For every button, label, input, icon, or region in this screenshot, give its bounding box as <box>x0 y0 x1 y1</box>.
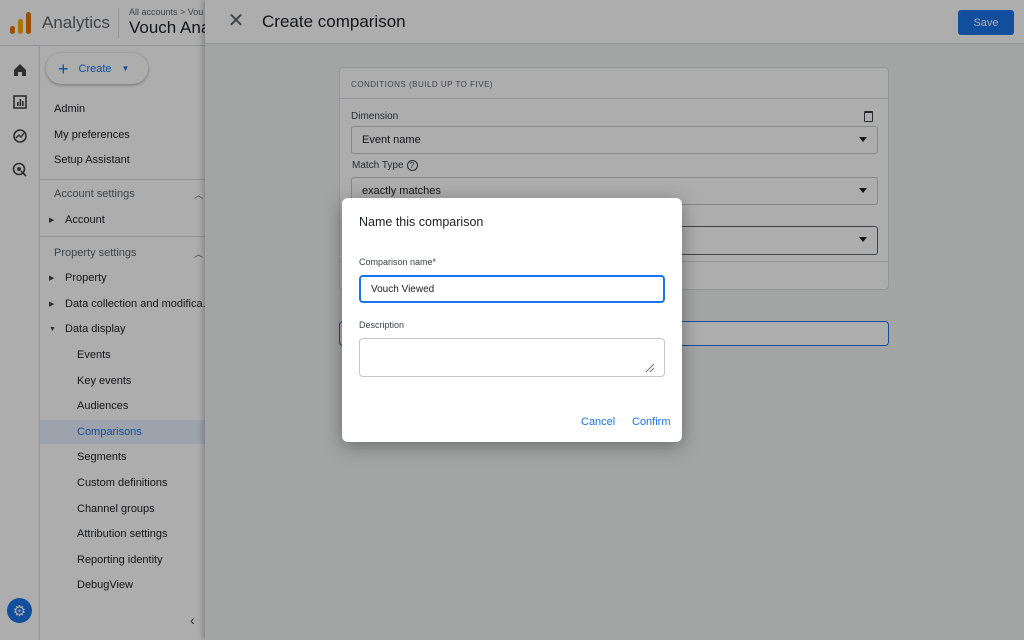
comparison-name-label: Comparison name* <box>359 257 437 267</box>
confirm-button[interactable]: Confirm <box>632 416 671 428</box>
comparison-name-input[interactable] <box>359 275 665 303</box>
dialog-title: Name this comparison <box>359 215 484 229</box>
cancel-button[interactable]: Cancel <box>581 416 615 428</box>
description-input[interactable] <box>359 338 665 377</box>
resize-handle-icon[interactable] <box>646 364 654 372</box>
description-label: Description <box>359 320 405 330</box>
name-comparison-dialog: Name this comparison Comparison name* De… <box>342 198 682 442</box>
